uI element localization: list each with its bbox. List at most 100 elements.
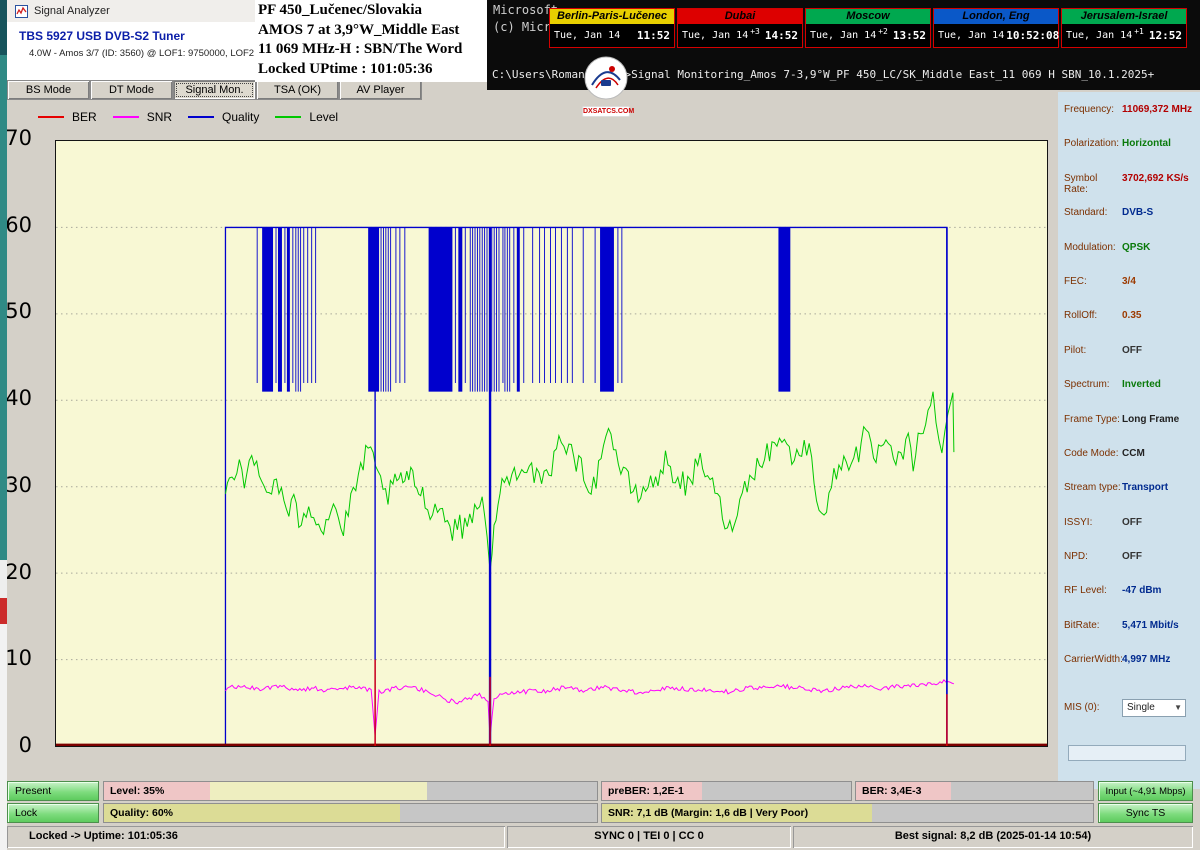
clock-date: Tue, Jan 14 <box>682 30 748 41</box>
param-row-spectrum: Spectrum:Inverted <box>1064 379 1200 413</box>
param-value: 3702,692 KS/s <box>1122 173 1189 184</box>
param-label: Modulation: <box>1064 242 1122 253</box>
status-sync-counters: SYNC 0 | TEI 0 | CC 0 <box>507 826 791 848</box>
param-value: DVB-S <box>1122 207 1153 218</box>
param-row-rf-level: RF Level:-47 dBm <box>1064 585 1200 619</box>
param-label: Stream type: <box>1064 482 1122 493</box>
legend-swatch <box>113 116 139 118</box>
param-label: Polarization: <box>1064 138 1122 149</box>
bar-segment <box>951 782 1093 800</box>
param-value: CCM <box>1122 448 1145 459</box>
window-title: Signal Analyzer <box>34 5 110 17</box>
clock-body: Tue, Jan 14 11:52 <box>550 24 674 47</box>
param-value: 11069,372 MHz <box>1122 104 1192 115</box>
param-label: RF Level: <box>1064 585 1122 596</box>
param-row-symbol-rate: Symbol Rate:3702,692 KS/s <box>1064 173 1200 207</box>
parameter-rows: Frequency:11069,372 MHz Polarization:Hori… <box>1064 104 1200 689</box>
status-best-signal: Best signal: 8,2 dB (2025-01-14 10:54) <box>793 826 1193 848</box>
clock-city: London, Eng <box>934 9 1058 24</box>
param-label: Frequency: <box>1064 104 1122 115</box>
param-value: Horizontal <box>1122 138 1171 149</box>
mis-label: MIS (0): <box>1064 702 1122 713</box>
param-row-modulation: Modulation:QPSK <box>1064 242 1200 276</box>
dxsatcs-logo-text: DXSATCS.COM <box>582 106 630 117</box>
mode-button-bs-mode[interactable]: BS Mode <box>7 80 90 100</box>
param-label: CarrierWidth: <box>1064 654 1122 665</box>
param-label: BitRate: <box>1064 620 1122 631</box>
param-value: 4,997 MHz <box>1122 654 1170 665</box>
world-clock-dubai: DubaiTue, Jan 14+314:52 <box>677 8 803 48</box>
sync-ts-indicator: Sync TS <box>1098 803 1193 823</box>
param-row-bitrate: BitRate:5,471 Mbit/s <box>1064 620 1200 654</box>
strip-segment <box>0 624 7 850</box>
clock-time: 14:52 <box>765 29 798 42</box>
mode-button-dt-mode[interactable]: DT Mode <box>90 80 173 100</box>
bar-segment <box>427 782 597 800</box>
overlay-line: Locked UPtime : 101:05:36 <box>258 60 487 80</box>
mode-buttons: BS ModeDT ModeSignal Mon.TSA (OK)AV Play… <box>7 80 422 100</box>
mis-selected-value: Single <box>1127 702 1155 713</box>
mode-button-tsa-ok[interactable]: TSA (OK) <box>256 80 339 100</box>
clock-time: 10:52:08 <box>1006 29 1059 42</box>
clock-body: Tue, Jan 14+3 14:52 <box>678 24 802 47</box>
bar-segment <box>210 782 427 800</box>
param-label: Code Mode: <box>1064 448 1122 459</box>
mode-button-av-player[interactable]: AV Player <box>339 80 422 100</box>
left-edge-strip <box>0 0 7 850</box>
param-value: OFF <box>1122 517 1142 528</box>
signal-chart <box>55 140 1048 747</box>
clock-utc-offset: +1 <box>1134 27 1144 36</box>
legend-swatch <box>275 116 301 118</box>
clock-date: Tue, Jan 14 <box>810 30 876 41</box>
param-label: NPD: <box>1064 551 1122 562</box>
clock-date: Tue, Jan 14 <box>554 30 620 41</box>
param-row-npd: NPD:OFF <box>1064 551 1200 585</box>
strip-segment <box>0 55 7 560</box>
param-value: Transport <box>1122 482 1168 493</box>
param-value: OFF <box>1122 345 1142 356</box>
strip-segment <box>0 0 7 55</box>
mis-select[interactable]: Single ▼ <box>1122 699 1186 717</box>
parameters-panel: Frequency:11069,372 MHz Polarization:Hori… <box>1058 92 1200 789</box>
param-value: Long Frame <box>1122 414 1179 425</box>
clock-city: Jerusalem-Israel <box>1062 9 1186 24</box>
param-row-pilot: Pilot:OFF <box>1064 345 1200 379</box>
snr-progress-bar: SNR: 7,1 dB (Margin: 1,6 dB | Very Poor) <box>601 803 1094 823</box>
legend-swatch <box>38 116 64 118</box>
clock-body: Tue, Jan 14+112:52 <box>1062 24 1186 47</box>
world-clock-london-eng: London, EngTue, Jan 1410:52:08 <box>933 8 1059 48</box>
chevron-down-icon: ▼ <box>1174 703 1185 712</box>
param-label: Spectrum: <box>1064 379 1122 390</box>
legend-item-quality: Quality <box>188 110 259 124</box>
app-icon <box>15 5 28 18</box>
ber-progress-bar: BER: 3,4E-3 <box>855 781 1094 801</box>
world-clock-moscow: MoscowTue, Jan 14+213:52 <box>805 8 931 48</box>
clock-city: Berlin-Paris-Lučenec <box>550 9 674 24</box>
clock-utc-offset: +3 <box>750 27 760 36</box>
annotation-overlay: PF 450_Lučenec/Slovakia AMOS 7 at 3,9°W_… <box>255 0 487 82</box>
world-clock-jerusalem-israel: Jerusalem-IsraelTue, Jan 14+112:52 <box>1061 8 1187 48</box>
mode-button-signal-mon[interactable]: Signal Mon. <box>173 80 256 100</box>
present-indicator: Present <box>7 781 99 801</box>
dxsatcs-logo-emblem <box>584 56 628 100</box>
overlay-line: AMOS 7 at 3,9°W_Middle East <box>258 21 487 41</box>
clock-time: 11:52 <box>637 29 670 42</box>
clock-city: Moscow <box>806 9 930 24</box>
bar-label: Quality: 60% <box>110 804 173 823</box>
param-value: OFF <box>1122 551 1142 562</box>
legend-item-level: Level <box>275 110 338 124</box>
param-value: 5,471 Mbit/s <box>1122 620 1179 631</box>
bar-label: SNR: 7,1 dB (Margin: 1,6 dB | Very Poor) <box>608 804 808 823</box>
strip-segment <box>0 560 7 598</box>
dxsatcs-logo: DXSATCS.COM <box>582 56 630 117</box>
bar-label: BER: 3,4E-3 <box>862 782 922 801</box>
param-value: QPSK <box>1122 242 1150 253</box>
lock-indicator: Lock <box>7 803 99 823</box>
param-label: Frame Type: <box>1064 414 1122 425</box>
param-row-polarization: Polarization:Horizontal <box>1064 138 1200 172</box>
mis-row: MIS (0): Single ▼ <box>1064 699 1200 717</box>
clock-body: Tue, Jan 14+213:52 <box>806 24 930 47</box>
param-label: FEC: <box>1064 276 1122 287</box>
quality-progress-bar: Quality: 60% <box>103 803 598 823</box>
param-value: 0.35 <box>1122 310 1141 321</box>
